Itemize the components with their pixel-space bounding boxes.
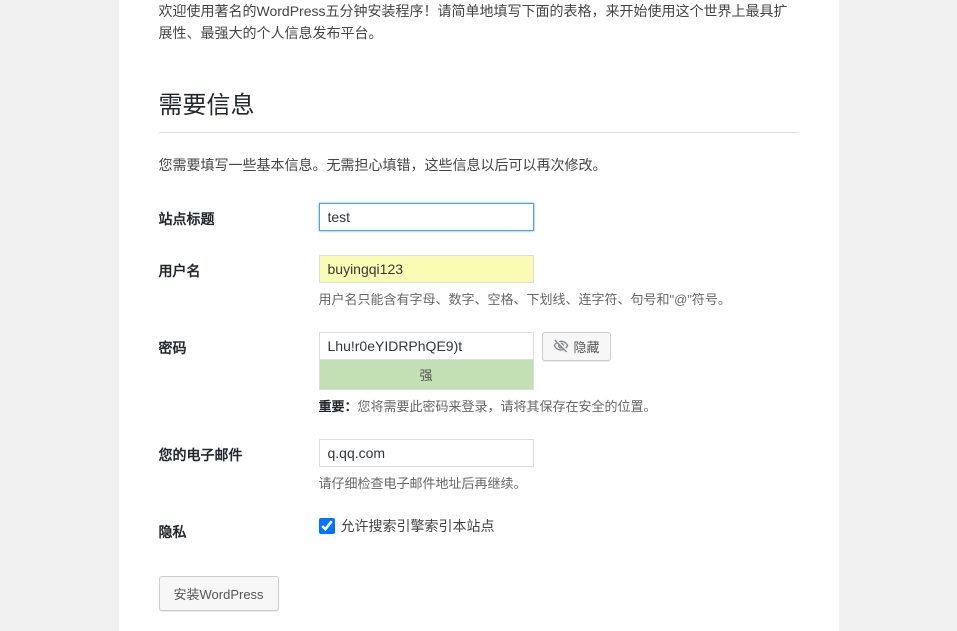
username-hint: 用户名只能含有字母、数字、空格、下划线、连字符、句号和"@"符号。 xyxy=(319,289,799,308)
username-label: 用户名 xyxy=(159,255,319,281)
username-input[interactable] xyxy=(319,255,534,283)
password-strength: 强 xyxy=(319,360,534,390)
subtext: 您需要填写一些基本信息。无需担心填错，这些信息以后可以再次修改。 xyxy=(159,155,799,175)
username-row: 用户名 用户名只能含有字母、数字、空格、下划线、连字符、句号和"@"符号。 xyxy=(159,255,799,308)
email-row: 您的电子邮件 请仔细检查电子邮件地址后再继续。 xyxy=(159,439,799,492)
section-heading: 需要信息 xyxy=(159,85,799,120)
privacy-label: 隐私 xyxy=(159,516,319,542)
site-title-row: 站点标题 xyxy=(159,203,799,231)
privacy-row: 隐私 允许搜索引擎索引本站点 xyxy=(159,516,799,542)
password-input[interactable] xyxy=(319,332,534,360)
password-label: 密码 xyxy=(159,332,319,358)
privacy-checkbox-label: 允许搜索引擎索引本站点 xyxy=(341,516,495,536)
privacy-checkbox[interactable] xyxy=(319,518,335,534)
password-hint: 重要：您将需要此密码来登录，请将其保存在安全的位置。 xyxy=(319,396,799,415)
eye-slash-icon xyxy=(553,338,569,354)
site-title-input[interactable] xyxy=(319,203,534,231)
divider xyxy=(159,132,799,133)
email-input[interactable] xyxy=(319,439,534,467)
email-hint: 请仔细检查电子邮件地址后再继续。 xyxy=(319,473,799,492)
password-row: 密码 强 隐藏 重要：您将需要此密码来登录，请将其保存在安全的位置。 xyxy=(159,332,799,415)
install-button[interactable]: 安装WordPress xyxy=(159,576,279,611)
hide-button-label: 隐藏 xyxy=(574,337,600,356)
hide-password-button[interactable]: 隐藏 xyxy=(542,332,611,361)
email-label: 您的电子邮件 xyxy=(159,439,319,465)
intro-text: 欢迎使用著名的WordPress五分钟安装程序！请简单地填写下面的表格，来开始使… xyxy=(159,0,799,61)
site-title-label: 站点标题 xyxy=(159,203,319,229)
